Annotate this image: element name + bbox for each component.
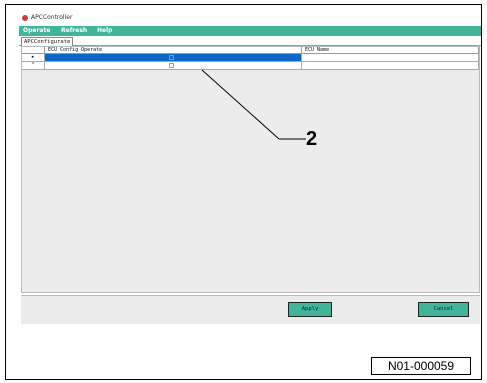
figure-reference-label: N01-000059 [371,357,471,375]
callout-number: 2 [306,128,318,150]
callout-leader-line [201,69,306,140]
